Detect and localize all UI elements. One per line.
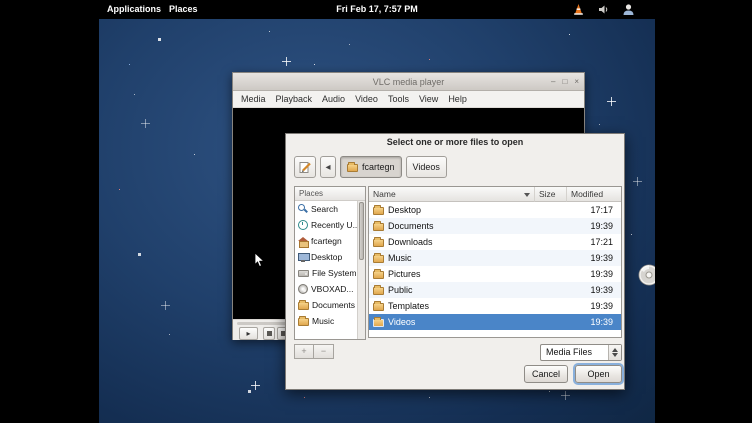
menu-view[interactable]: View (414, 91, 443, 107)
desktop: Applications Places Fri Feb 17, 7:57 PM (99, 0, 655, 423)
places-item-recent[interactable]: Recently U... (295, 217, 365, 233)
file-list-pane: Name Size Modified Desktop 17:17 Documen… (368, 186, 622, 338)
folder-icon (373, 223, 384, 231)
places-item-documents[interactable]: Documents (295, 297, 365, 313)
vlc-cone-icon[interactable] (572, 3, 585, 16)
file-type-filter[interactable]: Media Files (540, 344, 622, 361)
file-row-public[interactable]: Public 19:39 (369, 282, 621, 298)
menu-help[interactable]: Help (443, 91, 472, 107)
vlc-titlebar[interactable]: VLC media player – □ × (233, 73, 584, 91)
places-menu[interactable]: Places (169, 0, 198, 19)
system-tray (572, 3, 635, 16)
path-label: Videos (413, 162, 440, 172)
applications-menu[interactable]: Applications (107, 0, 161, 19)
top-panel: Applications Places Fri Feb 17, 7:57 PM (99, 0, 655, 19)
drive-icon (298, 270, 309, 277)
file-row-desktop[interactable]: Desktop 17:17 (369, 202, 621, 218)
folder-icon (373, 255, 384, 263)
minimize-button[interactable]: – (551, 73, 555, 91)
home-icon (298, 237, 308, 246)
menu-tools[interactable]: Tools (383, 91, 414, 107)
folder-icon (373, 319, 384, 327)
places-item-home[interactable]: fcartegn (295, 233, 365, 249)
window-controls: – □ × (551, 73, 579, 91)
menu-audio[interactable]: Audio (317, 91, 350, 107)
dialog-toolbar: ◂ fcartegn Videos (294, 155, 447, 179)
file-row-downloads[interactable]: Downloads 17:21 (369, 234, 621, 250)
places-item-search[interactable]: Search (295, 201, 365, 217)
path-button-home[interactable]: fcartegn (340, 156, 402, 178)
back-button[interactable]: ◂ (320, 156, 336, 178)
file-row-documents[interactable]: Documents 19:39 (369, 218, 621, 234)
star-sparkle-icon (161, 301, 170, 310)
disc-icon (298, 284, 308, 294)
menu-video[interactable]: Video (350, 91, 383, 107)
places-scrollbar[interactable] (357, 201, 365, 339)
add-place-button[interactable]: + (294, 344, 314, 359)
column-header-size[interactable]: Size (535, 187, 567, 202)
desktop-cd-icon[interactable] (637, 263, 655, 287)
star-sparkle-icon (141, 119, 150, 128)
sort-arrow-icon (524, 193, 530, 197)
menu-media[interactable]: Media (236, 91, 271, 107)
spinner-arrows-icon[interactable] (608, 345, 621, 360)
places-edit-buttons: + − (294, 344, 334, 359)
star-sparkle-icon (251, 381, 260, 390)
star-dots (99, 19, 100, 20)
panel-clock[interactable]: Fri Feb 17, 7:57 PM (336, 0, 418, 19)
remove-place-button[interactable]: − (314, 344, 334, 359)
column-header-modified[interactable]: Modified (567, 187, 621, 202)
filter-value: Media Files (546, 347, 592, 357)
type-filename-button[interactable] (294, 156, 316, 178)
file-row-templates[interactable]: Templates 19:39 (369, 298, 621, 314)
open-button[interactable]: Open (575, 365, 622, 383)
screen: Applications Places Fri Feb 17, 7:57 PM (0, 0, 752, 423)
folder-icon (373, 303, 384, 311)
places-item-filesystem[interactable]: File System (295, 265, 365, 281)
user-icon[interactable] (622, 3, 635, 16)
folder-icon (298, 318, 309, 326)
folder-icon (373, 239, 384, 247)
dialog-title: Select one or more files to open (286, 134, 624, 151)
star-sparkle-icon (633, 177, 642, 186)
file-open-dialog: Select one or more files to open ◂ fcart… (285, 133, 625, 390)
vlc-menubar: Media Playback Audio Video Tools View He… (233, 91, 584, 108)
places-pane: Places Search Recently U... fcartegn Des… (294, 186, 366, 340)
places-item-music[interactable]: Music (295, 313, 365, 329)
desktop-icon (298, 253, 308, 262)
file-list-header: Name Size Modified (369, 187, 621, 202)
mouse-cursor (254, 252, 265, 273)
volume-icon[interactable] (598, 4, 609, 15)
column-header-name[interactable]: Name (369, 187, 535, 202)
folder-icon (373, 271, 384, 279)
scrollbar-thumb[interactable] (359, 202, 364, 260)
file-row-videos[interactable]: Videos 19:39 (369, 314, 621, 330)
vlc-window-title: VLC media player (373, 77, 445, 87)
folder-icon (347, 164, 358, 172)
menu-playback[interactable]: Playback (271, 91, 318, 107)
star-sparkle-icon (607, 97, 616, 106)
star-sparkle-icon (561, 391, 570, 400)
star-sparkle-icon (282, 57, 291, 66)
places-item-vboxadditions[interactable]: VBOXAD... (295, 281, 365, 297)
vlc-mini-button[interactable] (263, 327, 275, 340)
file-row-music[interactable]: Music 19:39 (369, 250, 621, 266)
play-button[interactable]: ▸ (239, 327, 258, 340)
path-label: fcartegn (362, 162, 395, 172)
places-header[interactable]: Places (295, 187, 365, 201)
recent-clock-icon (298, 220, 308, 230)
close-button[interactable]: × (574, 73, 579, 91)
cancel-button[interactable]: Cancel (524, 365, 568, 383)
folder-icon (373, 207, 384, 215)
back-arrow-icon: ◂ (325, 162, 330, 173)
path-button-videos[interactable]: Videos (406, 156, 447, 178)
maximize-button[interactable]: □ (562, 73, 567, 91)
pencil-icon (299, 161, 312, 174)
file-row-pictures[interactable]: Pictures 19:39 (369, 266, 621, 282)
folder-icon (373, 287, 384, 295)
search-icon (298, 204, 308, 214)
places-item-desktop[interactable]: Desktop (295, 249, 365, 265)
folder-icon (298, 302, 309, 310)
